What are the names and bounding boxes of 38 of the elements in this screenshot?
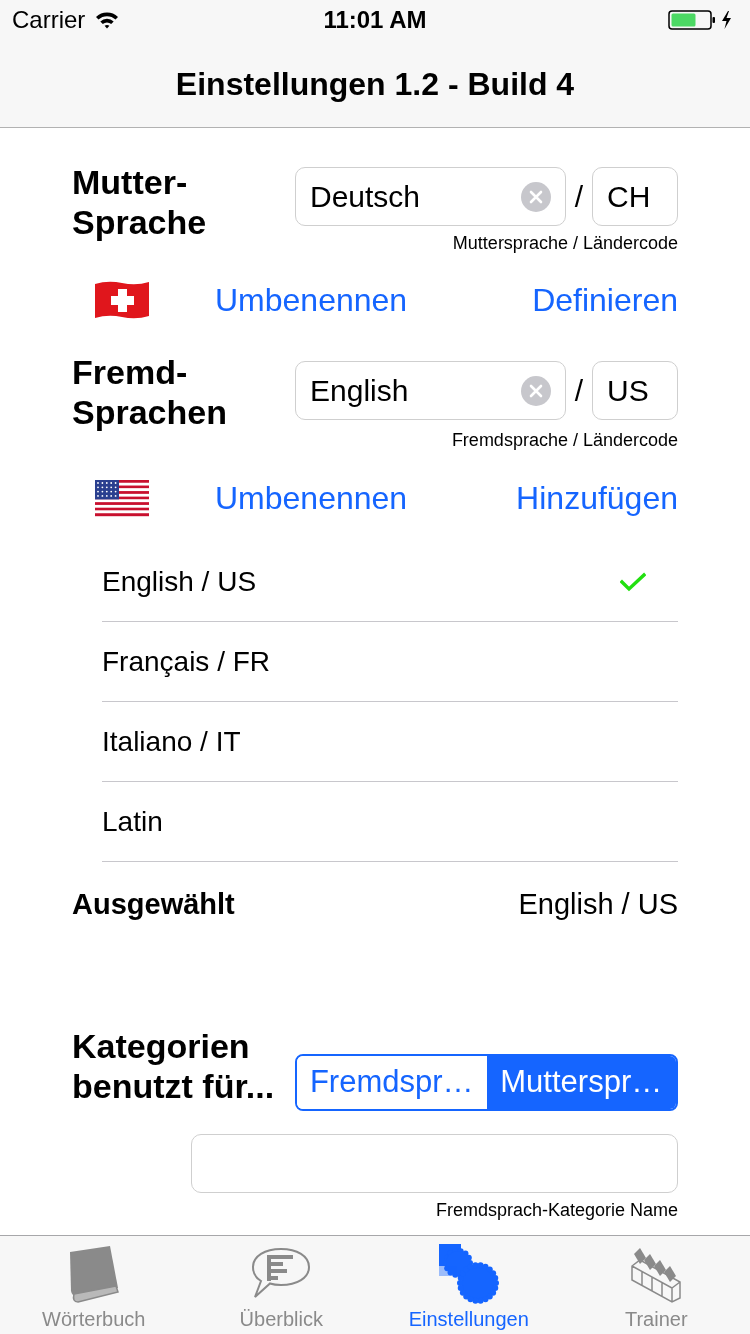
tab-label[interactable]: Trainer xyxy=(624,1307,688,1331)
field-caption: Fremdsprach-Kategorie Name xyxy=(435,1200,678,1220)
category-name-field[interactable] xyxy=(191,1134,678,1193)
navigation-title: Einstellungen 1.2 - Build 4 xyxy=(175,64,575,104)
section-label: Fremd-Sprachen xyxy=(72,352,228,432)
swiss-flag-icon xyxy=(95,280,149,320)
clock-text: 11:01 AM xyxy=(323,5,427,35)
wifi-icon xyxy=(95,11,120,29)
language-name-field[interactable]: English xyxy=(295,361,566,420)
language-list-item[interactable]: English / US xyxy=(102,542,678,622)
clear-text-icon[interactable] xyxy=(521,375,551,406)
language-list-item[interactable]: Italiano / IT xyxy=(102,702,678,782)
slash-text: / xyxy=(573,373,585,409)
section-label: Mutter-Sprache xyxy=(72,162,208,242)
gears-icon[interactable] xyxy=(437,1243,500,1305)
field-caption: Muttersprache / Ländercode xyxy=(452,233,678,253)
country-code-field[interactable]: CH xyxy=(592,167,678,226)
us-flag-icon xyxy=(95,478,149,518)
slash-text: / xyxy=(573,179,585,215)
section-label: Kategorien benutzt für... xyxy=(72,1026,276,1106)
link-button[interactable]: Hinzufügen xyxy=(516,474,678,522)
tab-label[interactable]: Einstellungen xyxy=(408,1307,529,1331)
tab-label[interactable]: Überblick xyxy=(239,1307,323,1331)
selected-value: English / US xyxy=(518,887,678,923)
carrier-text: Carrier xyxy=(12,5,86,35)
link-button[interactable]: Umbenennen xyxy=(215,474,408,522)
speech-bubble-chart-icon[interactable] xyxy=(251,1247,312,1301)
tab-label[interactable]: Wörterbuch xyxy=(42,1307,146,1331)
language-list-item[interactable]: Latin xyxy=(102,782,678,862)
selected-label: Ausgewählt xyxy=(72,887,235,923)
link-button[interactable]: Definieren xyxy=(532,276,678,324)
language-name-field[interactable]: Deutsch xyxy=(295,167,566,226)
language-list-item[interactable]: Français / FR xyxy=(102,622,678,702)
link-button[interactable]: Umbenennen xyxy=(215,276,408,324)
field-caption: Fremdsprache / Ländercode xyxy=(451,430,678,450)
clear-text-icon[interactable] xyxy=(521,181,551,212)
country-code-field[interactable]: US xyxy=(592,361,678,420)
segment-tab[interactable]: Mutterspr… xyxy=(486,1056,676,1109)
